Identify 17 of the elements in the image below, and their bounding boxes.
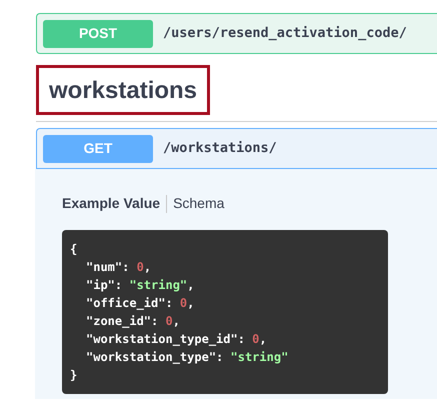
endpoint-path: /users/resend_activation_code/: [163, 24, 407, 44]
code-line: "ip": "string",: [85, 277, 196, 294]
tab[interactable]: Schema: [173, 193, 224, 214]
code-line: {: [70, 241, 78, 258]
endpoint-path: /workstations/: [163, 139, 277, 158]
method-badge: POST: [43, 20, 153, 48]
code-line: "num": 0,: [85, 259, 152, 276]
endpoint-bar[interactable]: GET /workstations/: [36, 128, 437, 169]
code-line: }: [70, 367, 78, 384]
method-badge: GET: [43, 134, 153, 162]
section-heading[interactable]: workstations: [36, 65, 210, 115]
code-line: "workstation_type": "string": [85, 349, 290, 366]
tab[interactable]: Example Value: [62, 193, 160, 214]
code-line: "office_id": 0,: [85, 295, 196, 312]
code-line: "workstation_type_id": 0,: [85, 331, 268, 348]
code-line: "zone_id": 0,: [85, 313, 181, 330]
endpoint-bar[interactable]: POST /users/resend_activation_code/: [36, 13, 437, 54]
